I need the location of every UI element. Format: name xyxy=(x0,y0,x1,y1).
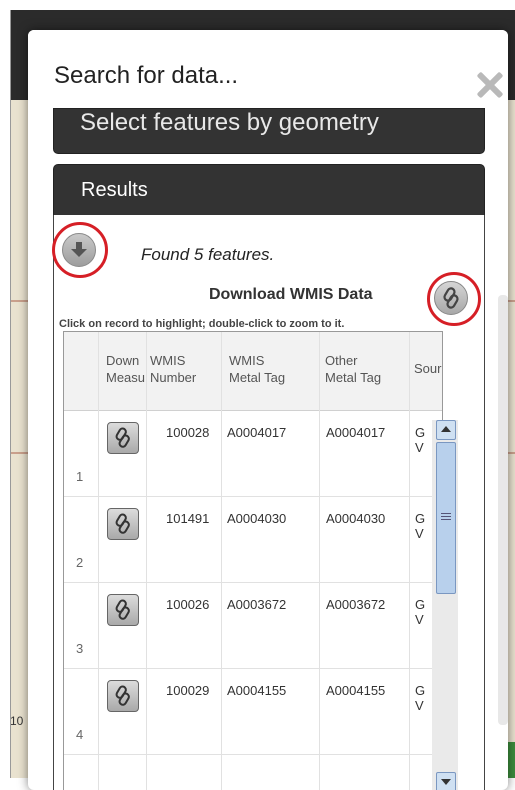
dialog-header: Search for data... xyxy=(28,30,508,118)
scroll-down-arrow-icon[interactable] xyxy=(436,772,456,790)
other-metal-tag-cell: A0004155 xyxy=(326,683,386,698)
dialog-title: Search for data... xyxy=(54,62,239,89)
highlight-circle xyxy=(427,272,481,326)
other-metal-tag-cell: A0004030 xyxy=(326,511,386,526)
source-cell: GV xyxy=(415,511,426,541)
found-features-text: Found 5 features. xyxy=(141,245,275,264)
download-data-title: Download WMIS Data xyxy=(209,286,373,303)
source-cell: GV xyxy=(415,683,426,713)
column-header[interactable]: WMIS Number xyxy=(150,352,204,386)
left-border xyxy=(10,10,11,778)
select-by-geometry-label: Select features by geometry xyxy=(80,109,379,136)
wmis-metal-tag-cell: A0004155 xyxy=(227,683,287,698)
link-icon[interactable] xyxy=(107,422,139,454)
map-label: 10 xyxy=(10,714,24,728)
results-panel: Found 5 features. Download WMIS Data Cli… xyxy=(52,215,485,790)
wmis-metal-tag-cell: A0003672 xyxy=(227,597,287,612)
wmis-metal-tag-cell: A0004030 xyxy=(227,511,287,526)
other-metal-tag-cell: A0003672 xyxy=(326,597,386,612)
link-icon[interactable] xyxy=(107,680,139,712)
wmis-number-cell: 100026 xyxy=(166,597,210,612)
column-header[interactable]: Sour xyxy=(414,360,442,377)
results-label: Results xyxy=(81,179,148,201)
scroll-up-arrow-icon[interactable] xyxy=(436,420,456,440)
source-cell: GV xyxy=(415,425,426,455)
row-number: 3 xyxy=(76,641,84,656)
wmis-number-cell: 100029 xyxy=(166,683,210,698)
map-green-marker xyxy=(507,742,515,778)
dialog-scrollbar[interactable] xyxy=(498,295,508,725)
row-number: 2 xyxy=(76,555,84,570)
wmis-number-cell: 101491 xyxy=(166,511,210,526)
table-row[interactable]: 4 100029 A0004155 A0004155 GV xyxy=(64,669,442,755)
highlight-circle xyxy=(52,222,108,278)
table-row[interactable]: 1 100028 A0004017 A0004017 GV xyxy=(64,411,442,497)
results-header[interactable]: Results xyxy=(53,164,485,216)
close-icon[interactable] xyxy=(474,70,504,100)
select-by-geometry-header[interactable]: Select features by geometry xyxy=(53,108,485,154)
table-row[interactable]: 2 101491 A0004030 A0004030 GV xyxy=(64,497,442,583)
search-dialog: Search for data... Select features by ge… xyxy=(28,30,508,790)
row-number: 4 xyxy=(76,727,84,742)
table-header: Down Measu WMIS Number WMIS Metal Tag Other… xyxy=(64,332,442,411)
column-header[interactable]: WMIS Metal Tag xyxy=(229,352,304,386)
table-scrollbar[interactable] xyxy=(432,420,458,790)
wmis-number-cell: 100028 xyxy=(166,425,210,440)
link-icon[interactable] xyxy=(107,508,139,540)
link-icon[interactable] xyxy=(107,594,139,626)
column-header[interactable]: Other Metal Tag xyxy=(325,352,400,386)
other-metal-tag-cell: A0004017 xyxy=(326,425,386,440)
table-row[interactable]: 3 100026 A0003672 A0003672 GV xyxy=(64,583,442,669)
results-table: Down Measu WMIS Number WMIS Metal Tag Other… xyxy=(63,331,443,790)
source-cell: GV xyxy=(415,597,426,627)
wmis-metal-tag-cell: A0004017 xyxy=(227,425,287,440)
scroll-thumb[interactable] xyxy=(436,442,456,594)
column-header[interactable]: Down Measu xyxy=(106,352,146,386)
table-hint: Click on record to highlight; double-cli… xyxy=(59,318,345,330)
row-number: 1 xyxy=(76,469,84,484)
